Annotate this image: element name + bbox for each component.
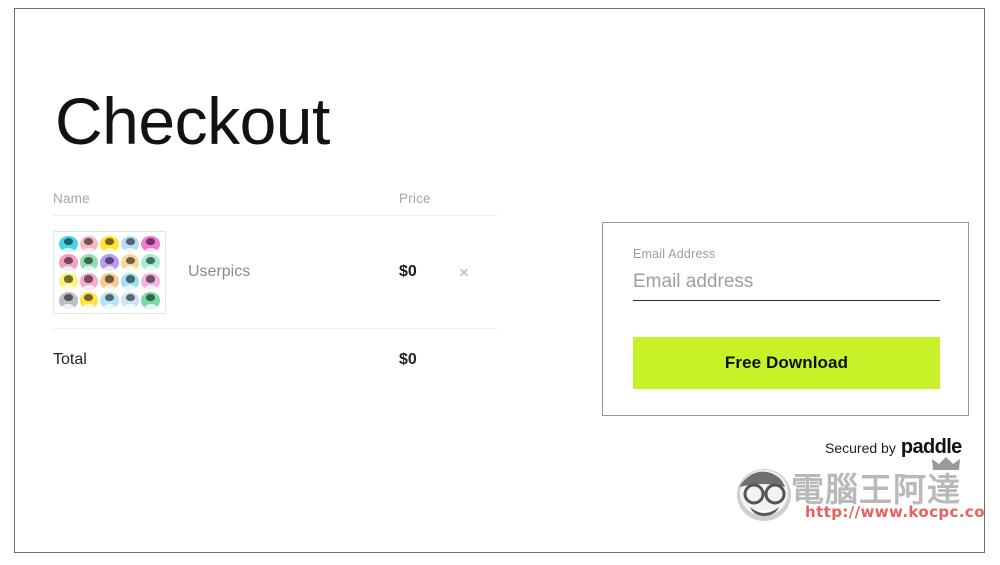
avatar-12 xyxy=(79,273,99,290)
avatar-14 xyxy=(120,273,140,290)
total-label: Total xyxy=(53,351,87,368)
email-input[interactable] xyxy=(633,271,940,301)
product-thumbnail xyxy=(53,230,166,314)
order-table: Name Price Userpics $0 × Total $0 xyxy=(53,191,497,391)
table-row: Userpics $0 × xyxy=(53,216,497,329)
payment-panel: Email Address Free Download xyxy=(602,222,969,416)
total-value: $0 xyxy=(399,351,417,368)
avatar-13 xyxy=(100,273,119,290)
avatar-1 xyxy=(59,235,78,253)
avatar-15 xyxy=(141,273,160,290)
avatar-17 xyxy=(79,291,99,309)
watermark-face-icon xyxy=(737,469,791,521)
item-name-cell: Userpics xyxy=(53,230,399,314)
free-download-button[interactable]: Free Download xyxy=(633,337,940,389)
avatar-6 xyxy=(59,254,78,271)
watermark: 電腦王阿達 http://www.kocpc.com.tw xyxy=(733,457,985,527)
secured-prefix-label: Secured by xyxy=(825,440,896,456)
avatar-19 xyxy=(120,291,140,309)
total-row: Total $0 xyxy=(53,329,497,391)
table-header-row: Name Price xyxy=(53,191,497,216)
watermark-url: http://www.kocpc.com.tw xyxy=(805,503,985,521)
avatar-9 xyxy=(120,254,140,271)
item-name-label: Userpics xyxy=(188,263,251,280)
secured-by-paddle: Secured by paddle xyxy=(825,436,962,459)
avatar-7 xyxy=(79,254,99,271)
page-title: Checkout xyxy=(55,84,330,159)
watermark-name: 電腦王阿達 xyxy=(791,470,961,509)
screenshot-root: Checkout Name Price Userpics $0 × Total … xyxy=(0,0,1000,565)
remove-item-button[interactable]: × xyxy=(459,264,497,281)
email-field-group: Email Address xyxy=(633,247,940,301)
column-header-price: Price xyxy=(399,191,431,206)
avatar-16 xyxy=(59,291,78,309)
avatar-2 xyxy=(79,235,99,253)
paddle-logo-wordmark: paddle xyxy=(900,436,962,458)
avatar-5 xyxy=(141,235,160,253)
email-field-label: Email Address xyxy=(633,247,716,261)
column-header-name: Name xyxy=(53,191,90,206)
avatar-10 xyxy=(141,254,160,271)
avatar-11 xyxy=(59,273,78,290)
avatar-3 xyxy=(100,235,119,253)
checkout-page: Checkout Name Price Userpics $0 × Total … xyxy=(14,8,985,553)
avatar-8 xyxy=(100,254,119,271)
avatar-18 xyxy=(100,291,119,309)
avatar-4 xyxy=(120,235,140,253)
item-price-value: $0 xyxy=(399,263,417,280)
avatar-20 xyxy=(141,291,160,309)
